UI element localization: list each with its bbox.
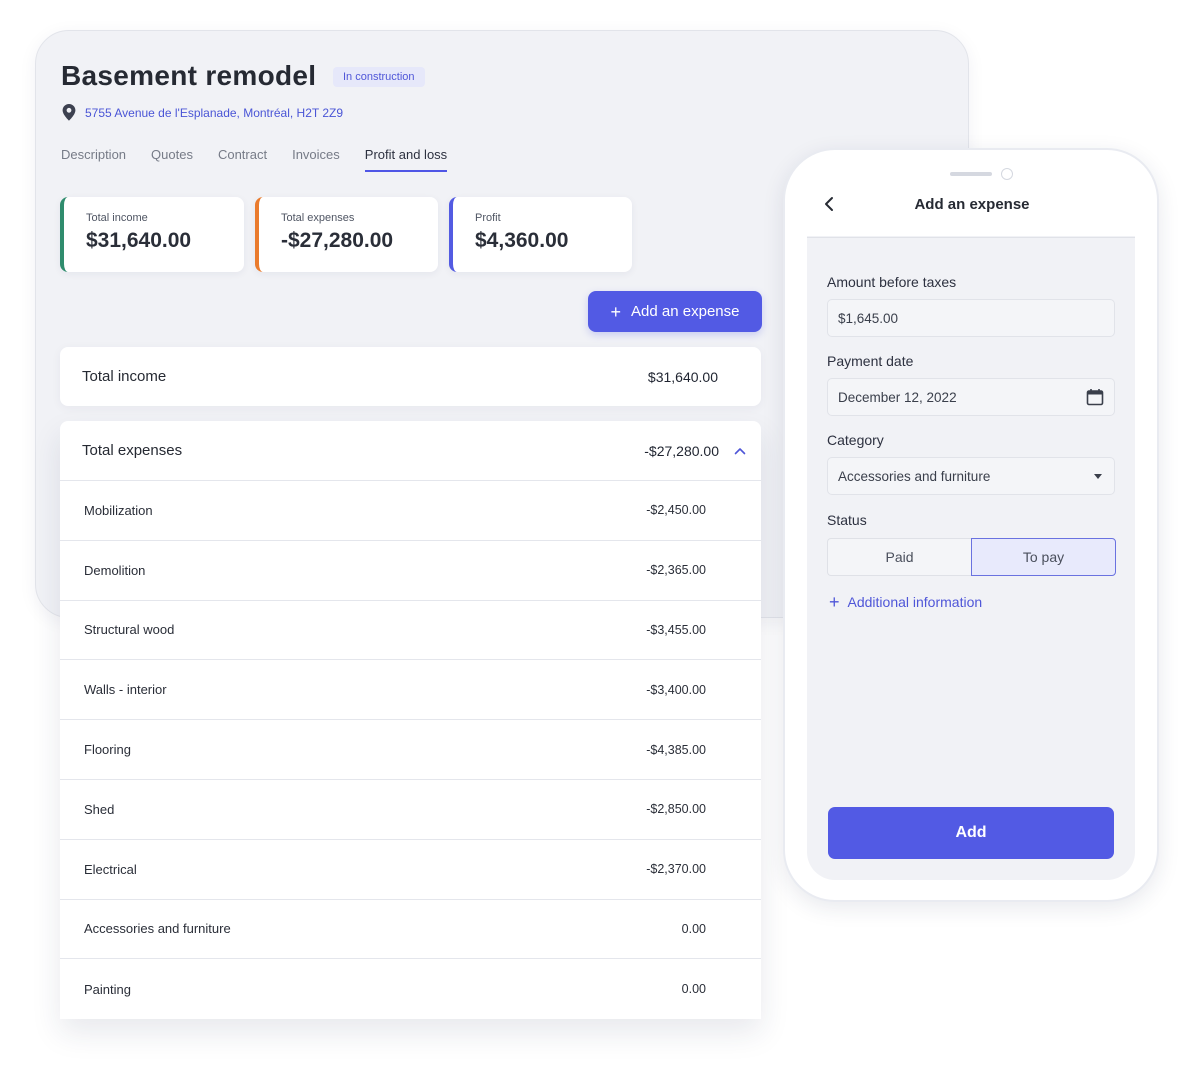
total-income-card: Total income $31,640.00 bbox=[60, 197, 244, 272]
tab-contract[interactable]: Contract bbox=[218, 147, 267, 172]
payment-date-value: December 12, 2022 bbox=[838, 389, 957, 405]
expense-amount: -$4,385.00 bbox=[646, 742, 706, 757]
phone-camera bbox=[1001, 168, 1013, 180]
profit-card-label: Profit bbox=[475, 212, 501, 224]
category-select[interactable]: Accessories and furniture bbox=[827, 457, 1115, 495]
expense-row[interactable]: Flooring -$4,385.00 bbox=[60, 720, 761, 780]
expense-amount: -$2,365.00 bbox=[646, 563, 706, 578]
total-expenses-panel-value: -$27,280.00 bbox=[644, 442, 719, 459]
tab-quotes[interactable]: Quotes bbox=[151, 147, 193, 172]
total-expenses-panel: Total expenses -$27,280.00 Mobilization … bbox=[60, 421, 761, 1019]
location-pin-icon bbox=[62, 104, 76, 121]
calendar-icon[interactable] bbox=[1086, 388, 1104, 406]
expense-row[interactable]: Mobilization -$2,450.00 bbox=[60, 481, 761, 541]
total-income-panel-value: $31,640.00 bbox=[647, 368, 718, 385]
total-income-card-value: $31,640.00 bbox=[86, 229, 192, 252]
expense-amount: -$3,455.00 bbox=[646, 622, 706, 637]
project-tabs: Description Quotes Contract Invoices Pro… bbox=[61, 147, 448, 172]
tab-profit-and-loss[interactable]: Profit and loss bbox=[364, 147, 448, 172]
total-expenses-card-label: Total expenses bbox=[281, 212, 355, 224]
address-link[interactable]: 5755 Avenue de l'Esplanade, Montréal, H2… bbox=[85, 106, 343, 120]
expense-row[interactable]: Structural wood -$3,455.00 bbox=[60, 601, 761, 661]
expense-row[interactable]: Demolition -$2,365.00 bbox=[60, 541, 761, 601]
total-expenses-panel-label: Total expenses bbox=[82, 442, 183, 459]
profit-card-value: $4,360.00 bbox=[475, 229, 569, 252]
expense-row[interactable]: Painting 0.00 bbox=[60, 959, 761, 1019]
page-title: Basement remodel bbox=[61, 60, 317, 91]
payment-date-label: Payment date bbox=[827, 353, 914, 369]
category-value: Accessories and furniture bbox=[838, 468, 991, 484]
status-badge: In construction bbox=[333, 67, 425, 87]
plus-icon: + bbox=[610, 301, 622, 322]
back-arrow-icon[interactable] bbox=[822, 196, 836, 212]
mobile-header-divider bbox=[807, 237, 1135, 238]
status-label: Status bbox=[827, 512, 867, 528]
amount-field[interactable]: $1,645.00 bbox=[827, 299, 1115, 337]
total-income-card-label: Total income bbox=[86, 212, 148, 224]
status-toggle: Paid To pay bbox=[827, 538, 1116, 576]
expense-row[interactable]: Electrical -$2,370.00 bbox=[60, 840, 761, 900]
add-expense-button-label: Add an expense bbox=[631, 303, 740, 320]
expense-name: Walls - interior bbox=[84, 682, 167, 698]
category-label: Category bbox=[827, 432, 884, 448]
total-income-panel-label: Total income bbox=[82, 368, 167, 385]
payment-date-field[interactable]: December 12, 2022 bbox=[827, 378, 1115, 416]
caret-down-icon bbox=[1094, 473, 1102, 479]
phone-speaker bbox=[950, 172, 992, 176]
total-income-panel[interactable]: Total income $31,640.00 bbox=[60, 347, 761, 406]
expense-name: Painting bbox=[84, 981, 131, 997]
expense-amount: 0.00 bbox=[681, 921, 706, 936]
expense-name: Structural wood bbox=[84, 622, 175, 638]
project-address: 5755 Avenue de l'Esplanade, Montréal, H2… bbox=[62, 104, 343, 121]
expense-amount: 0.00 bbox=[681, 982, 706, 997]
expense-name: Accessories and furniture bbox=[84, 921, 231, 937]
mobile-title: Add an expense bbox=[914, 196, 1030, 213]
total-expenses-card: Total expenses -$27,280.00 bbox=[255, 197, 438, 272]
total-expenses-card-value: -$27,280.00 bbox=[281, 229, 394, 252]
expense-amount: -$2,450.00 bbox=[646, 503, 706, 518]
amount-label: Amount before taxes bbox=[827, 274, 957, 290]
status-to-pay-option[interactable]: To pay bbox=[971, 538, 1116, 576]
expense-amount: -$2,850.00 bbox=[646, 802, 706, 817]
chevron-up-icon[interactable] bbox=[733, 444, 747, 458]
expense-row[interactable]: Accessories and furniture 0.00 bbox=[60, 900, 761, 960]
expense-name: Demolition bbox=[84, 562, 146, 578]
expense-amount: -$3,400.00 bbox=[646, 682, 706, 697]
tab-invoices[interactable]: Invoices bbox=[292, 147, 340, 172]
add-button[interactable]: Add bbox=[828, 807, 1114, 859]
additional-information-link[interactable]: + Additional information bbox=[829, 593, 982, 611]
expense-name: Flooring bbox=[84, 742, 131, 758]
expense-name: Shed bbox=[84, 801, 115, 817]
expense-name: Mobilization bbox=[84, 502, 153, 518]
expense-row[interactable]: Walls - interior -$3,400.00 bbox=[60, 660, 761, 721]
total-expenses-header[interactable]: Total expenses -$27,280.00 bbox=[60, 421, 761, 481]
profit-card: Profit $4,360.00 bbox=[449, 197, 632, 272]
amount-value: $1,645.00 bbox=[838, 310, 899, 326]
plus-icon: + bbox=[829, 592, 840, 612]
additional-information-label: Additional information bbox=[847, 594, 983, 610]
status-paid-option[interactable]: Paid bbox=[827, 538, 971, 576]
tab-description[interactable]: Description bbox=[61, 147, 126, 172]
expense-row[interactable]: Shed -$2,850.00 bbox=[60, 780, 761, 840]
expense-amount: -$2,370.00 bbox=[646, 862, 706, 877]
expense-name: Electrical bbox=[84, 861, 137, 877]
add-expense-button[interactable]: + Add an expense bbox=[588, 291, 762, 332]
